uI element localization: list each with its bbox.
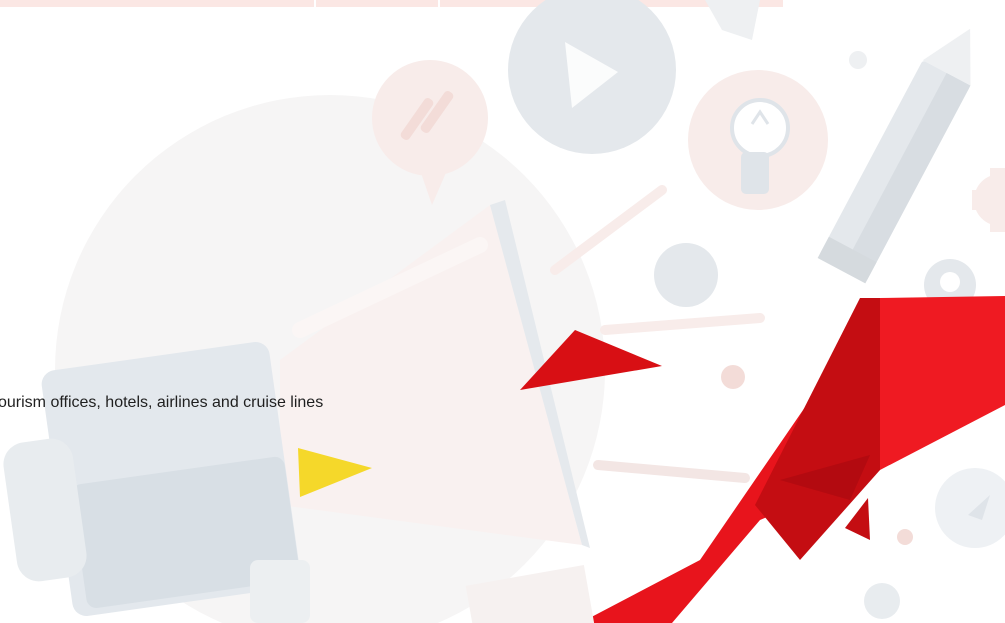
decor-dot <box>849 51 867 69</box>
decor-line <box>593 460 750 483</box>
pencil-icon <box>817 28 971 284</box>
decor-dot <box>897 529 913 545</box>
compass-icon <box>935 468 1005 548</box>
decor-dot <box>864 583 900 619</box>
slide-canvas: ourism offices, hotels, airlines and cru… <box>0 0 1005 623</box>
play-icon <box>508 0 676 154</box>
lightbulb-icon <box>688 70 828 210</box>
gear-icon <box>972 168 1005 232</box>
decor-line <box>600 313 765 335</box>
decor-line <box>550 185 667 275</box>
decor-dot <box>654 243 718 307</box>
slide-body-text: ourism offices, hotels, airlines and cru… <box>0 394 324 411</box>
decor-dot <box>721 365 745 389</box>
marketing-megaphone-illustration <box>3 0 1005 623</box>
red-ribbon <box>580 296 1005 623</box>
flag-shape <box>705 0 760 40</box>
